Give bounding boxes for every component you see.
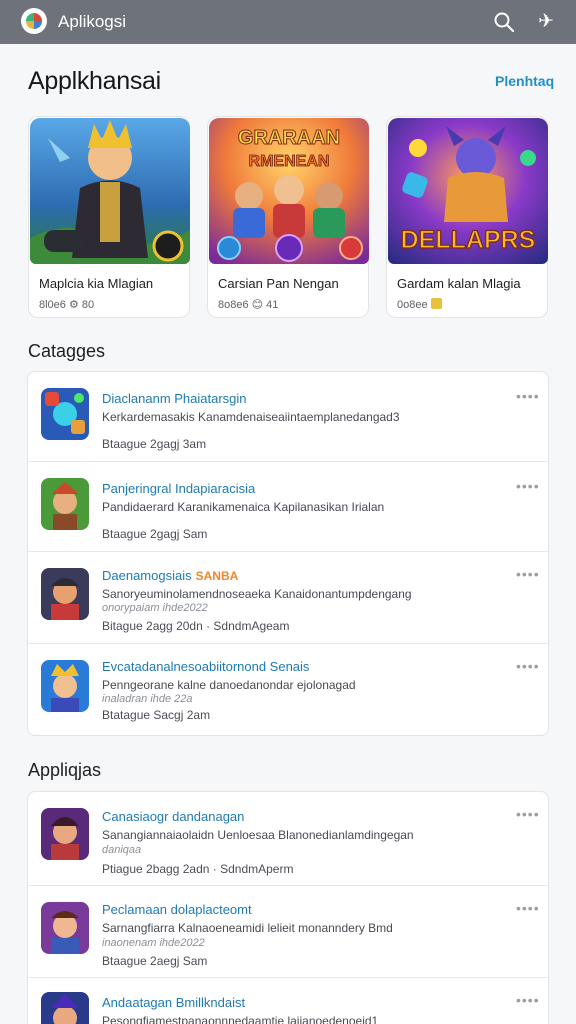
more-options-icon[interactable]: •••• (516, 566, 540, 582)
svg-text:DELLAPRS: DELLAPRS (401, 226, 536, 254)
top-app-bar: Aplikogsi ✈ (0, 0, 576, 44)
featured-card-title: Carsian Pan Nengan (218, 276, 339, 291)
list-item-meta: Bitague 2agg 20dn · SdndmAgeam (102, 619, 290, 633)
list-item[interactable]: Daenamogsiais SANBA Sanoryeuminolamendnos… (28, 552, 548, 644)
more-options-icon[interactable]: •••• (516, 388, 540, 404)
list-item-title: Daenamogsiais SANBA (102, 568, 239, 583)
featured-card-title: Gardam kalan Mlagia (397, 276, 521, 291)
list-item-meta: Btaague 2gagj 3am (102, 437, 207, 451)
list-item-subtext: onorypaiam ihde2022 (102, 602, 208, 614)
featured-card-title: Maplcia kia Mlagian (39, 276, 154, 291)
list-item[interactable]: Evcatadanalnesoabiitornond Senais Pennge… (28, 644, 548, 736)
applications-list: Canasiaogr dandanagan Sanangiannaiaolaid… (27, 791, 549, 1024)
list-item-description: Pandidaerard Karanikamenaica Kapilanasik… (102, 500, 385, 514)
svg-text:GRARAAN: GRARAAN (238, 127, 340, 149)
list-item[interactable]: Canasiaogr dandanagan Sanangiannaiaolaid… (28, 792, 548, 886)
more-options-icon[interactable]: •••• (516, 658, 540, 674)
list-item-description: Penngeorane kalne danoedanondar ejolonag… (102, 678, 356, 692)
list-item[interactable]: Andaatagan Bmillkndaist Pesongfiamestpan… (28, 978, 548, 1024)
section-title-categories: Catagges (28, 341, 106, 361)
list-item-subtext: inaonenam ihde2022 (102, 937, 205, 949)
list-item-title: Peclamaan dolaplacteomt (102, 902, 252, 917)
categories-list: Diaclananm Phaiatarsgin Kerkardemasakis … (27, 371, 549, 736)
featured-card-image: DELLAPRS (388, 118, 548, 264)
list-item-meta: Btaague 2gagj Sam (102, 527, 208, 541)
list-item-description: Kerkardemasakis Kanamdenaiseaiintaemplan… (102, 410, 400, 424)
list-item-meta: Ptiague 2bagg 2adn · SdndmAperm (102, 862, 294, 876)
featured-card[interactable]: DELLAPRS Gardam kalan Mlagia 0o8ee (386, 116, 548, 318)
page-title: Applkhansai (28, 67, 161, 95)
list-item[interactable]: Panjeringral Indapiaracisia Pandidaerard… (28, 462, 548, 552)
list-item-tag: SANBA (195, 569, 239, 583)
list-item-title: Canasiaogr dandanagan (102, 809, 245, 824)
list-item-meta: Btatague Sacgj 2am (102, 708, 211, 722)
featured-card-meta: 0o8ee (397, 298, 445, 311)
airplane-icon[interactable]: ✈ (535, 11, 557, 33)
list-item[interactable]: Diaclananm Phaiatarsgin Kerkardemasakis … (28, 372, 548, 462)
list-item-icon (41, 388, 89, 440)
search-icon[interactable] (492, 10, 516, 34)
list-item-icon (41, 478, 89, 530)
list-item-subtext: inaladran ihde 22a (102, 693, 193, 705)
more-options-icon[interactable]: •••• (516, 478, 540, 494)
list-item-icon (41, 992, 89, 1024)
list-item-icon (41, 568, 89, 620)
more-options-icon[interactable]: •••• (516, 900, 540, 916)
rating-icon (430, 298, 442, 309)
featured-card-image: GRARAAN RMENEAN (209, 118, 369, 264)
featured-card-meta: 8o8e6 😊 41 (218, 299, 279, 311)
featured-card-image (30, 118, 190, 264)
list-item-subtext: daniqaa (102, 844, 142, 856)
list-item-description: Sarnangfiarra Kalnaoeneamidi lelieit mon… (102, 921, 393, 935)
list-item-title: Andaatagan Bmillkndaist (102, 995, 246, 1010)
section-title-applications: Appliqjas (28, 760, 102, 780)
list-item-description: Sanoryeuminolamendnoseaeka Kanaidonantum… (102, 587, 412, 601)
app-name: Aplikogsi (58, 12, 127, 31)
header-link[interactable]: Plenhtaq (495, 73, 554, 89)
svg-text:RMENEAN: RMENEAN (249, 153, 330, 170)
featured-card[interactable]: Maplcia kia Mlagian 8l0e6 ⚙ 80 (28, 116, 190, 318)
list-item-description: Sanangiannaiaolaidn Uenloesaa Blanonedia… (102, 828, 414, 842)
list-item-meta: Btaague 2aegj Sam (102, 954, 208, 968)
more-options-icon[interactable]: •••• (516, 806, 540, 822)
list-item-description: Pesongfiamestpanaonnnedaamtie laiianoede… (102, 1014, 379, 1024)
main-content: Applkhansai Plenhtaq Maplcia kia Mlagian… (0, 44, 576, 1024)
list-item[interactable]: Peclamaan dolaplacteomt Sarnangfiarra Ka… (28, 886, 548, 978)
featured-card[interactable]: GRARAAN RMENEAN Carsian Pan Nengan 8o8e6… (207, 116, 369, 318)
featured-card-meta: 8l0e6 ⚙ 80 (39, 299, 95, 311)
app-logo-icon[interactable] (21, 8, 47, 34)
list-item-icon (41, 660, 89, 712)
list-item-icon (41, 902, 89, 954)
list-item-icon (41, 808, 89, 860)
list-item-title: Diaclananm Phaiatarsgin (102, 391, 247, 406)
list-item-title: Evcatadanalnesoabiitornond Senais (102, 659, 310, 674)
list-item-title: Panjeringral Indapiaracisia (102, 481, 256, 496)
more-options-icon[interactable]: •••• (516, 992, 540, 1008)
